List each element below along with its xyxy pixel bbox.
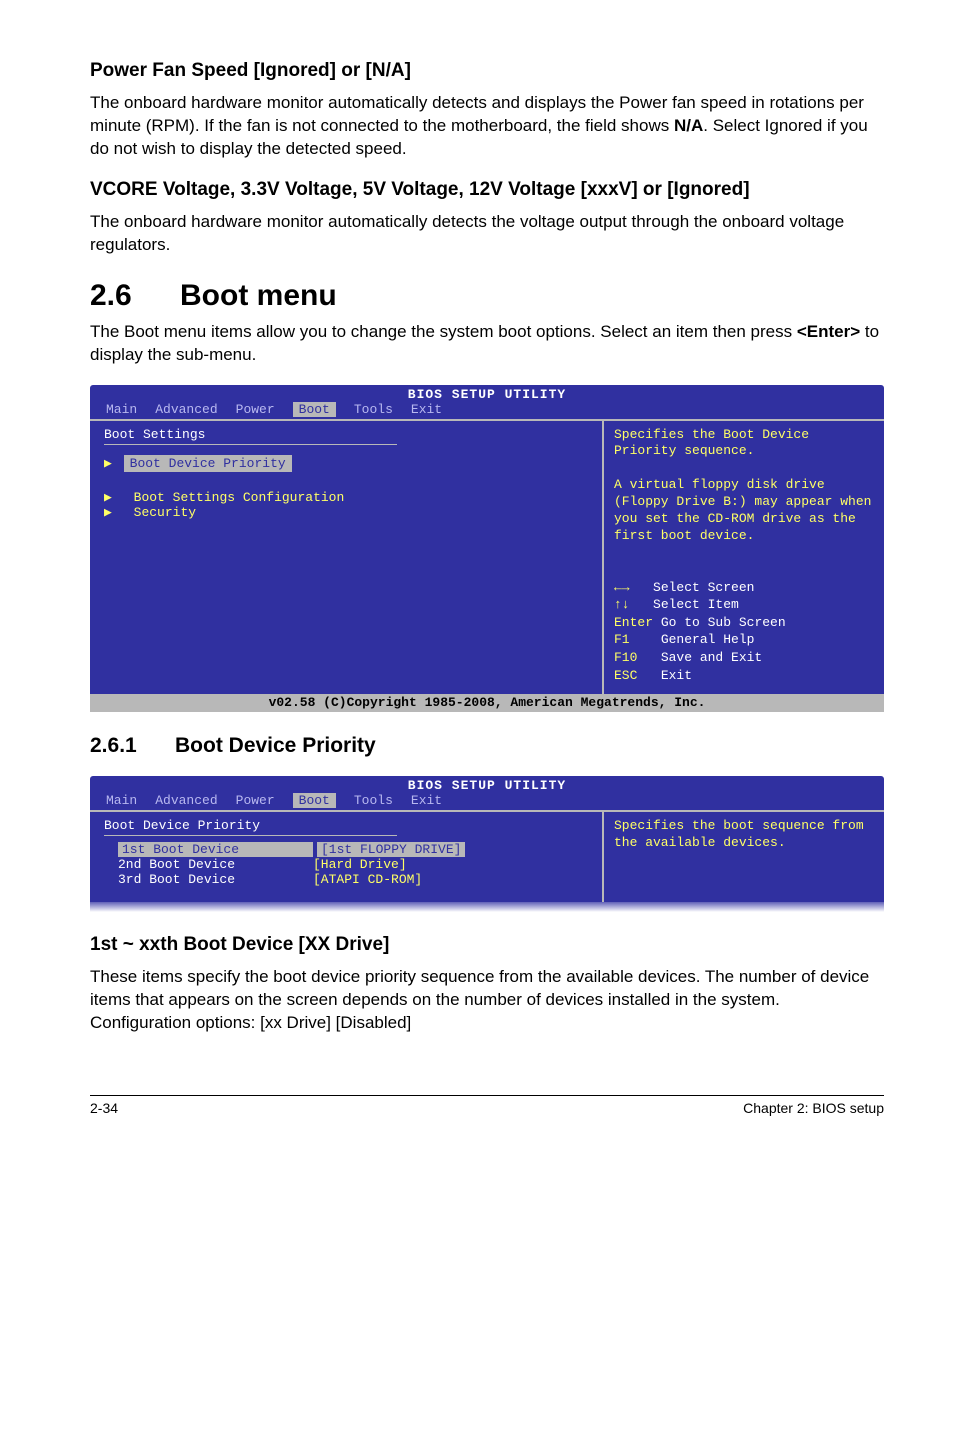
key-f10: F10 [614,650,637,665]
nav-label: Select Screen [653,580,754,595]
page-footer: 2-34 Chapter 2: BIOS setup [90,1095,884,1116]
heading-boot-device: 1st ~ xxth Boot Device [XX Drive] [90,934,884,956]
bios-help-pane: Specifies the Boot Device Priority seque… [602,421,884,695]
tab-tools[interactable]: Tools [354,402,393,417]
tab-exit[interactable]: Exit [411,793,442,808]
text-bold: N/A [674,116,703,135]
section-number: 2.6 [90,279,180,313]
bios-title: BIOS SETUP UTILITY [90,385,884,402]
key-enter: Enter [614,615,653,630]
row-key: 2nd Boot Device [118,857,313,872]
bios-left-pane: Boot Settings ▶ Boot Device Priority ▶ B… [90,421,602,695]
triangle-right-icon: ▶ [104,456,112,471]
tab-power[interactable]: Power [236,402,275,417]
row-key: 3rd Boot Device [118,872,313,887]
key-f1: F1 [614,632,630,647]
nav-label: Go to Sub Screen [661,615,786,630]
heading-power-fan: Power Fan Speed [Ignored] or [N/A] [90,60,884,82]
tab-boot[interactable]: Boot [293,793,336,808]
subsection-title: Boot Device Priority [175,734,376,757]
row-key: 1st Boot Device [118,842,313,857]
para-power-fan: The onboard hardware monitor automatical… [90,92,884,161]
divider [104,444,397,445]
section-heading: 2.6Boot menu [90,279,884,313]
tab-main[interactable]: Main [106,402,137,417]
bios-screenshot-boot-settings: BIOS SETUP UTILITY Main Advanced Power B… [90,385,884,713]
tab-exit[interactable]: Exit [411,402,442,417]
nav-label: Exit [661,668,692,683]
text: The Boot menu items allow you to change … [90,322,797,341]
heading-vcore: VCORE Voltage, 3.3V Voltage, 5V Voltage,… [90,179,884,201]
menu-item[interactable]: Security [134,505,196,520]
chapter-label: Chapter 2: BIOS setup [743,1100,884,1116]
help-text: Specifies the Boot Device Priority seque… [614,427,874,545]
tab-boot[interactable]: Boot [293,402,336,417]
menu-item-selected[interactable]: Boot Device Priority [124,455,292,472]
bios-heading: Boot Settings [104,427,592,442]
bios-footer: v02.58 (C)Copyright 1985-2008, American … [90,694,884,712]
tab-advanced[interactable]: Advanced [155,793,217,808]
para-boot-menu: The Boot menu items allow you to change … [90,321,884,367]
arrows-ud-icon: ↑↓ [614,597,630,612]
nav-legend: ←→ Select Screen ↑↓ Select Item Enter Go… [614,579,874,684]
bios-help-pane: Specifies the boot sequence from the ava… [602,812,884,902]
triangle-right-icon: ▶ [104,490,112,505]
subsection-heading: 2.6.1Boot Device Priority [90,734,884,758]
boot-device-row[interactable]: 3rd Boot Device[ATAPI CD-ROM] [118,872,592,887]
fade [90,902,884,912]
key-esc: ESC [614,668,637,683]
para-boot-device: These items specify the boot device prio… [90,966,884,1035]
page-number: 2-34 [90,1100,118,1116]
bios-left-pane: Boot Device Priority 1st Boot Device [1st… [90,812,602,902]
triangle-right-icon: ▶ [104,505,112,520]
para-vcore: The onboard hardware monitor automatical… [90,211,884,257]
row-value: [ATAPI CD-ROM] [313,872,422,887]
bios-screenshot-boot-priority: BIOS SETUP UTILITY Main Advanced Power B… [90,776,884,912]
bios-tabs: Main Advanced Power Boot Tools Exit [90,402,884,419]
bios-title: BIOS SETUP UTILITY [90,776,884,793]
boot-device-row[interactable]: 2nd Boot Device[Hard Drive] [118,857,592,872]
row-value: [Hard Drive] [313,857,407,872]
bios-tabs: Main Advanced Power Boot Tools Exit [90,793,884,810]
tab-tools[interactable]: Tools [354,793,393,808]
tab-advanced[interactable]: Advanced [155,402,217,417]
text-bold: <Enter> [797,322,860,341]
section-title: Boot menu [180,279,337,312]
help-text: Specifies the boot sequence from the ava… [614,818,874,852]
nav-label: Select Item [653,597,739,612]
row-value: [1st FLOPPY DRIVE] [317,842,465,857]
arrows-lr-icon: ←→ [614,580,630,595]
divider [104,835,397,836]
subsection-number: 2.6.1 [90,734,175,758]
tab-main[interactable]: Main [106,793,137,808]
nav-label: General Help [661,632,755,647]
nav-label: Save and Exit [661,650,762,665]
tab-power[interactable]: Power [236,793,275,808]
boot-device-row[interactable]: 1st Boot Device [1st FLOPPY DRIVE] [118,842,592,857]
menu-item[interactable]: Boot Settings Configuration [134,490,345,505]
bios-heading: Boot Device Priority [104,818,592,833]
